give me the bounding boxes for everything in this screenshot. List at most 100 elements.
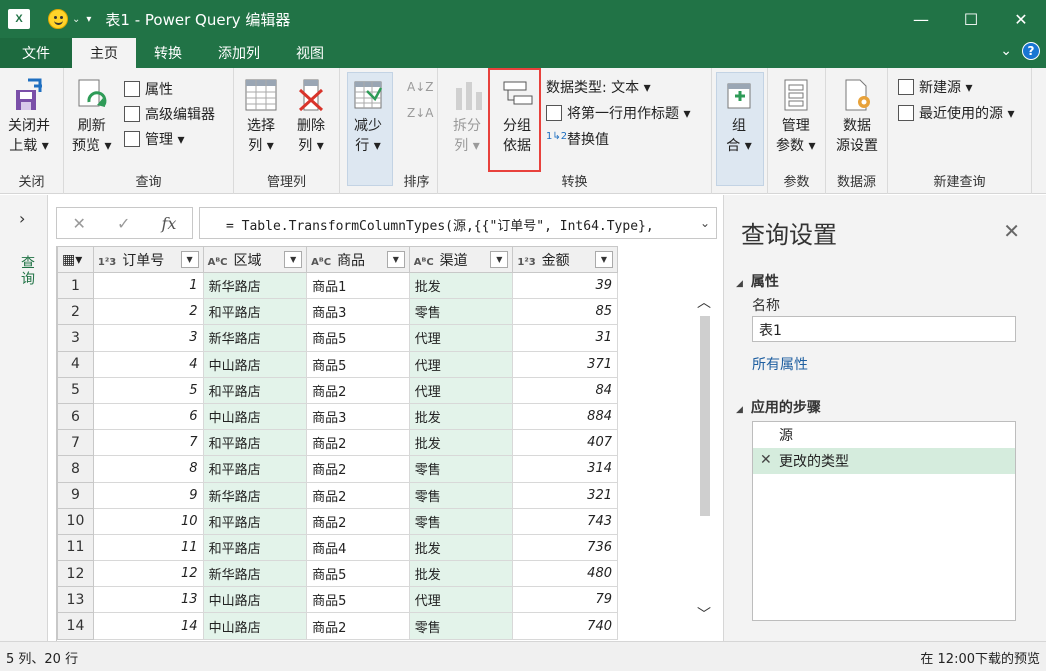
properties-section-header[interactable]: 属性 bbox=[736, 271, 779, 291]
table-cell[interactable]: 商品1 bbox=[306, 271, 410, 300]
sort-ascending-icon[interactable]: A↓Z bbox=[407, 76, 433, 98]
table-cell[interactable]: 12 bbox=[92, 560, 204, 588]
table-cell[interactable]: 740 bbox=[512, 612, 618, 640]
row-number[interactable]: 12 bbox=[57, 560, 94, 588]
table-cell[interactable]: 1 bbox=[92, 271, 204, 300]
table-cell[interactable]: 商品2 bbox=[306, 612, 410, 640]
row-number[interactable]: 13 bbox=[57, 586, 94, 614]
table-row[interactable]: 7 7 和平路店 商品2 批发 407 bbox=[57, 429, 618, 457]
table-cell[interactable]: 和平路店 bbox=[202, 507, 308, 535]
table-cell[interactable]: 商品2 bbox=[306, 376, 410, 404]
column-header[interactable]: 1²3 金额 ▼ bbox=[512, 246, 618, 273]
type-text-icon[interactable]: AᴮC bbox=[208, 257, 228, 268]
close-pane-icon[interactable]: ✕ bbox=[1003, 219, 1020, 243]
table-cell[interactable]: 批发 bbox=[408, 560, 514, 588]
table-cell[interactable]: 2 bbox=[92, 298, 204, 326]
table-cell[interactable]: 商品2 bbox=[306, 455, 410, 483]
table-cell[interactable]: 39 bbox=[512, 271, 618, 300]
table-cell[interactable]: 代理 bbox=[408, 586, 514, 614]
table-cell[interactable]: 新华路店 bbox=[202, 481, 308, 509]
table-cell[interactable]: 商品2 bbox=[306, 429, 410, 457]
column-header[interactable]: AᴮC 渠道 ▼ bbox=[408, 246, 514, 273]
table-row[interactable]: 9 9 新华路店 商品2 零售 321 bbox=[57, 481, 618, 509]
tab-home[interactable]: 主页 bbox=[72, 38, 136, 68]
table-cell[interactable]: 10 bbox=[92, 507, 204, 535]
table-row[interactable]: 2 2 和平路店 商品3 零售 85 bbox=[57, 298, 618, 326]
tab-transform[interactable]: 转换 bbox=[136, 38, 200, 68]
table-cell[interactable]: 407 bbox=[512, 429, 618, 457]
reduce-rows-button[interactable]: 减少 行 ▾ bbox=[351, 78, 385, 156]
expand-queries-icon[interactable]: › bbox=[19, 209, 25, 228]
row-number[interactable]: 11 bbox=[57, 533, 94, 562]
column-filter-button[interactable]: ▼ bbox=[386, 251, 405, 268]
table-cell[interactable]: 和平路店 bbox=[202, 429, 308, 457]
table-cell[interactable]: 6 bbox=[92, 402, 204, 431]
table-row[interactable]: 6 6 中山路店 商品3 批发 884 bbox=[57, 402, 618, 431]
table-menu-button[interactable]: ▦▾ bbox=[57, 246, 94, 273]
row-number[interactable]: 3 bbox=[57, 324, 94, 352]
row-number[interactable]: 2 bbox=[57, 298, 94, 326]
row-number[interactable]: 14 bbox=[57, 612, 94, 640]
table-cell[interactable]: 新华路店 bbox=[202, 560, 308, 588]
queries-label[interactable]: 查询 bbox=[17, 255, 37, 287]
table-cell[interactable]: 代理 bbox=[408, 324, 514, 352]
table-cell[interactable]: 321 bbox=[512, 481, 618, 509]
table-cell[interactable]: 代理 bbox=[408, 376, 514, 404]
table-cell[interactable]: 中山路店 bbox=[202, 402, 308, 431]
query-name-input[interactable]: 表1 bbox=[752, 316, 1016, 342]
table-row[interactable]: 1 1 新华路店 商品1 批发 39 bbox=[57, 271, 618, 300]
table-cell[interactable]: 和平路店 bbox=[202, 455, 308, 483]
close-window-button[interactable]: ✕ bbox=[996, 0, 1046, 38]
table-cell[interactable]: 884 bbox=[512, 402, 618, 431]
table-cell[interactable]: 371 bbox=[512, 350, 618, 378]
smiley-feedback-icon[interactable] bbox=[48, 9, 68, 29]
scroll-up-icon[interactable]: ︿ bbox=[697, 292, 711, 312]
delete-step-icon[interactable]: ✕ bbox=[760, 452, 772, 468]
table-cell[interactable]: 和平路店 bbox=[202, 376, 308, 404]
column-filter-button[interactable]: ▼ bbox=[284, 251, 303, 268]
expand-formula-icon[interactable]: ⌄ bbox=[700, 216, 710, 230]
table-cell[interactable]: 736 bbox=[512, 533, 618, 562]
table-cell[interactable]: 14 bbox=[92, 612, 204, 640]
table-row[interactable]: 13 13 中山路店 商品5 代理 79 bbox=[57, 586, 618, 614]
row-number[interactable]: 10 bbox=[57, 507, 94, 535]
column-filter-button[interactable]: ▼ bbox=[180, 251, 199, 268]
type-text-icon[interactable]: AᴮC bbox=[414, 257, 434, 268]
table-cell[interactable]: 中山路店 bbox=[202, 612, 308, 640]
table-row[interactable]: 12 12 新华路店 商品5 批发 480 bbox=[57, 560, 618, 588]
table-cell[interactable]: 新华路店 bbox=[202, 324, 308, 352]
table-cell[interactable]: 5 bbox=[92, 376, 204, 404]
data-source-settings-button[interactable]: 数据 源设置 bbox=[836, 78, 878, 156]
new-source-button[interactable]: 新建源 ▾ bbox=[898, 76, 972, 98]
maximize-button[interactable]: ☐ bbox=[946, 0, 996, 38]
column-header[interactable]: AᴮC 区域 ▼ bbox=[202, 246, 308, 273]
table-cell[interactable]: 84 bbox=[512, 376, 618, 404]
fx-icon[interactable]: fx bbox=[162, 214, 177, 233]
row-number[interactable]: 5 bbox=[57, 376, 94, 404]
table-cell[interactable]: 中山路店 bbox=[202, 586, 308, 614]
type-text-icon[interactable]: AᴮC bbox=[311, 257, 331, 268]
properties-button[interactable]: 属性 bbox=[124, 78, 173, 100]
row-number[interactable]: 6 bbox=[57, 402, 94, 431]
table-cell[interactable]: 9 bbox=[92, 481, 204, 509]
table-row[interactable]: 3 3 新华路店 商品5 代理 31 bbox=[57, 324, 618, 352]
minimize-button[interactable]: — bbox=[896, 0, 946, 38]
table-cell[interactable]: 商品5 bbox=[306, 324, 410, 352]
table-row[interactable]: 4 4 中山路店 商品5 代理 371 bbox=[57, 350, 618, 378]
table-cell[interactable]: 和平路店 bbox=[202, 298, 308, 326]
table-cell[interactable]: 新华路店 bbox=[202, 271, 308, 300]
remove-columns-button[interactable]: 删除 列 ▾ bbox=[294, 78, 328, 156]
applied-steps-header[interactable]: 应用的步骤 bbox=[736, 397, 821, 417]
table-cell[interactable]: 11 bbox=[92, 533, 204, 562]
table-cell[interactable]: 8 bbox=[92, 455, 204, 483]
use-first-row-as-headers-button[interactable]: 将第一行用作标题 ▾ bbox=[546, 102, 690, 124]
table-cell[interactable]: 和平路店 bbox=[202, 533, 308, 562]
step-source[interactable]: 源 bbox=[753, 422, 1015, 448]
sort-descending-icon[interactable]: Z↓A bbox=[407, 102, 433, 124]
table-cell[interactable]: 480 bbox=[512, 560, 618, 588]
table-cell[interactable]: 商品3 bbox=[306, 298, 410, 326]
all-properties-link[interactable]: 所有属性 bbox=[752, 354, 808, 374]
table-cell[interactable]: 85 bbox=[512, 298, 618, 326]
table-cell[interactable]: 批发 bbox=[408, 533, 514, 562]
tab-view[interactable]: 视图 bbox=[278, 38, 342, 68]
